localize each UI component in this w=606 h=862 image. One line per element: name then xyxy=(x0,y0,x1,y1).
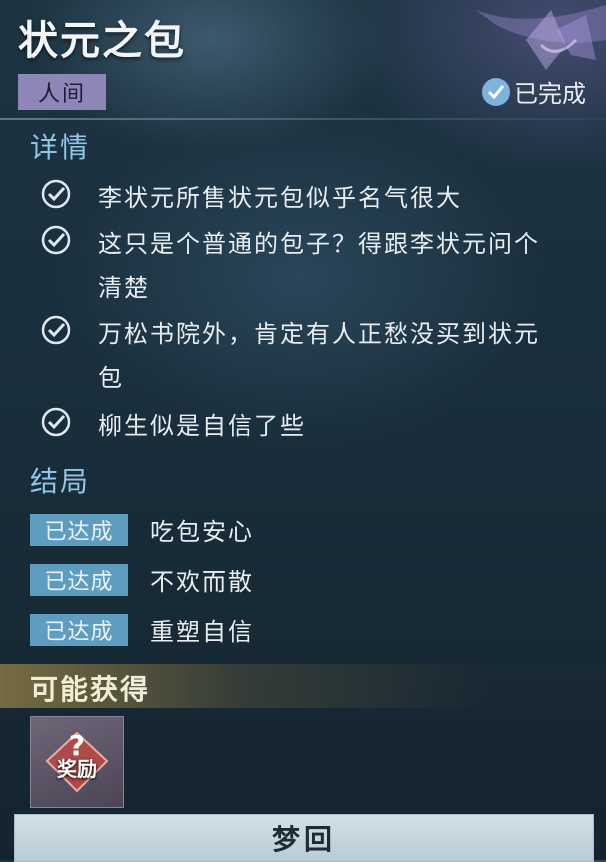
achieved-badge: 已达成 xyxy=(30,513,128,546)
detail-text-line: 这只是个普通的包子？得跟李状元问个 xyxy=(98,230,540,258)
ending-text: 重塑自信 xyxy=(150,618,254,646)
detail-item: 李状元所售状元包似乎名气很大 xyxy=(40,176,580,220)
checkbox-checked-icon xyxy=(41,407,71,437)
detail-item: 万松书院外，肯定有人正愁没买到状元 包 xyxy=(40,312,580,400)
ending-text: 吃包安心 xyxy=(150,518,254,546)
ending-row: 已达成 吃包安心 xyxy=(30,512,254,547)
detail-item: 柳生似是自信了些 xyxy=(40,404,580,448)
header-divider xyxy=(0,118,606,120)
ending-row: 已达成 重塑自信 xyxy=(30,612,254,647)
quest-title: 状元之包 xyxy=(18,18,186,64)
completed-check-icon xyxy=(482,77,510,106)
quest-status: 已完成 xyxy=(482,74,586,109)
detail-text-line: 清楚 xyxy=(98,274,150,302)
detail-text-line: 李状元所售状元包似乎名气很大 xyxy=(98,184,462,212)
rewards-heading: 可能获得 xyxy=(30,673,151,706)
ending-text: 不欢而散 xyxy=(150,568,254,596)
detail-item: 这只是个普通的包子？得跟李状元问个 清楚 xyxy=(40,222,580,310)
status-label: 已完成 xyxy=(514,80,586,108)
endings-heading: 结局 xyxy=(30,465,91,498)
details-heading: 详情 xyxy=(30,131,91,164)
detail-text-line: 包 xyxy=(98,364,124,392)
reward-label: 奖励 xyxy=(57,757,97,781)
achieved-badge: 已达成 xyxy=(30,563,128,596)
checkbox-checked-icon xyxy=(41,179,71,209)
realm-tag: 人间 xyxy=(18,74,106,110)
achieved-badge: 已达成 xyxy=(30,613,128,646)
detail-text-line: 万松书院外，肯定有人正愁没买到状元 xyxy=(98,320,540,348)
detail-text-line: 柳生似是自信了些 xyxy=(98,412,306,440)
dream-replay-button[interactable]: 梦回 xyxy=(14,814,594,862)
reward-item[interactable]: ? 奖励 xyxy=(30,716,124,808)
ending-row: 已达成 不欢而散 xyxy=(30,562,254,597)
checkbox-checked-icon xyxy=(41,225,71,255)
checkbox-checked-icon xyxy=(41,315,71,345)
